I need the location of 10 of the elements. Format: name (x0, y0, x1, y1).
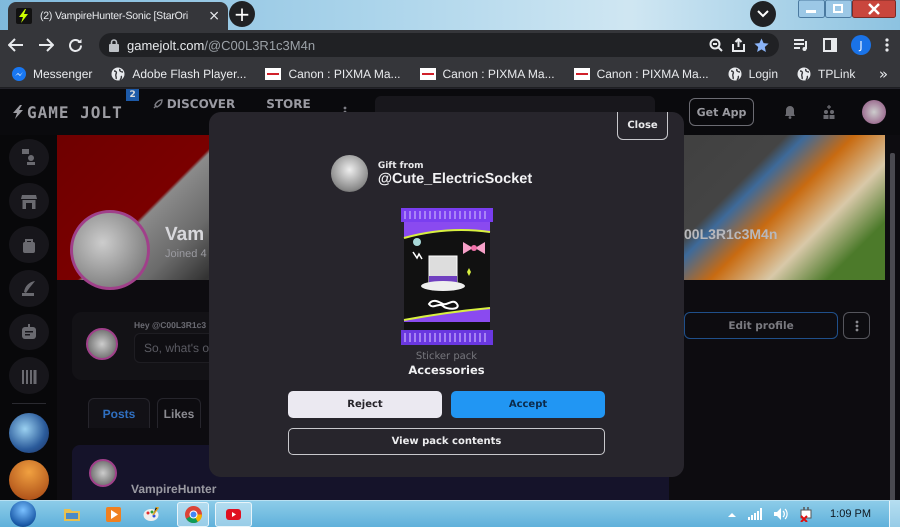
gift-from-label: Gift from (378, 160, 425, 170)
item-type-label: Sticker pack (416, 351, 478, 362)
greeting-label: Hey @C00L3R1c3 (134, 320, 206, 330)
url-text: gamejolt.com/@C00L3R1c3M4n (127, 38, 316, 52)
joined-date: Joined 4 (165, 248, 207, 260)
logo-text: GAME JOLT (27, 102, 123, 122)
notification-badge: 2 (126, 88, 139, 100)
profile-name: Vam (165, 223, 204, 247)
tab-title: (2) VampireHunter-Sonic [StarOri (40, 10, 190, 22)
item-name: Accessories (408, 363, 485, 377)
